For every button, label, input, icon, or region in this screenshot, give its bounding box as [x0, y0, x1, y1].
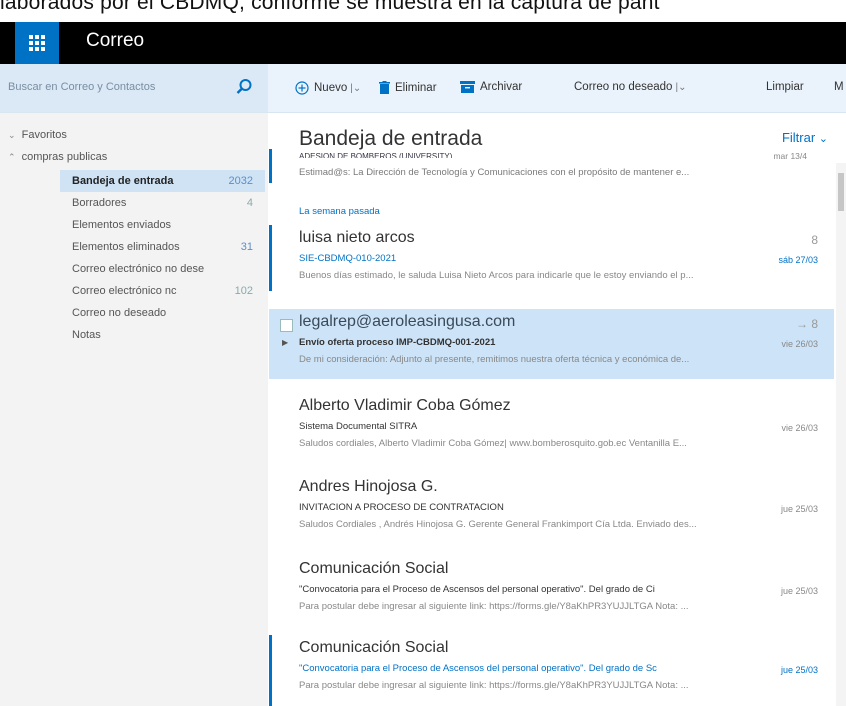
message-subject: Sistema Documental SITRA [299, 421, 418, 432]
sidebar-item-junk-email-1[interactable]: Correo electrónico no dese [60, 258, 265, 280]
sidebar-item-notes[interactable]: Notas [60, 324, 265, 346]
delete-button[interactable]: Eliminar [379, 81, 437, 95]
message-sender: luisa nieto arcos [299, 229, 415, 246]
list-item[interactable]: Andres Hinojosa G. INVITACION A PROCESO … [269, 474, 834, 544]
app-header: Correo [0, 22, 846, 64]
command-bar: Buscar en Correo y Contactos Nuevo |⌄ Eli… [0, 64, 846, 113]
junk-button[interactable]: Correo no deseado |⌄ [574, 81, 686, 93]
message-preview: Para postular debe ingresar al siguiente… [299, 601, 689, 612]
archive-icon [460, 81, 475, 93]
document-caption: laborados por el CBDMQ, conforme se mues… [0, 0, 846, 22]
list-item[interactable]: luisa nieto arcos 8 SIE-CBDMQ-010-2021 s… [269, 225, 834, 295]
unread-indicator [269, 225, 272, 291]
message-sender: Alberto Vladimir Coba Gómez [299, 397, 511, 414]
chevron-up-icon: ⌃ [8, 152, 16, 162]
search-input[interactable]: Buscar en Correo y Contactos [8, 81, 155, 93]
sidebar-item-junk[interactable]: Correo no deseado [60, 302, 265, 324]
message-date: vie 26/03 [781, 423, 818, 433]
message-date: jue 25/03 [780, 504, 818, 514]
chevron-down-icon: ⌄ [8, 130, 16, 140]
message-date: mar 13/4 [773, 151, 807, 161]
list-item[interactable]: Comunicación Social "Convocatoria para e… [269, 635, 834, 706]
list-item-selected[interactable]: ▶ legalrep@aeroleasingusa.com → 8 Envío … [269, 309, 834, 379]
app-title: Correo [86, 30, 145, 51]
unread-count: 2032 [228, 175, 253, 187]
chevron-down-icon: |⌄ [350, 83, 362, 95]
plus-circle-icon [295, 81, 309, 95]
message-sender: Comunicación Social [299, 560, 449, 577]
unread-count: 31 [240, 241, 253, 253]
message-preview: Buenos días estimado, le saluda Luisa Ni… [299, 270, 694, 281]
attachment-count: 8 [811, 233, 818, 247]
list-item[interactable]: Comunicación Social "Convocatoria para e… [269, 556, 834, 626]
message-sender: ADESION DE BOMBEROS (UNIVERSITY) [299, 152, 453, 158]
chevron-down-icon: |⌄ [675, 82, 687, 93]
item-count: 4 [246, 197, 253, 209]
reply-icon: → 8 [795, 317, 818, 331]
message-sender: legalrep@aeroleasingusa.com [299, 313, 516, 330]
message-sender: Andres Hinojosa G. [299, 478, 438, 495]
message-date: sáb 27/03 [778, 255, 818, 265]
item-count: 102 [234, 285, 253, 297]
sidebar-item-drafts[interactable]: Borradores 4 [60, 192, 265, 214]
message-date: vie 26/03 [781, 339, 818, 349]
sidebar-item-deleted[interactable]: Elementos eliminados 31 [60, 236, 265, 258]
message-subject: "Convocatoria para el Proceso de Ascenso… [299, 663, 657, 674]
group-header: La semana pasada [299, 206, 380, 217]
expand-caret-icon[interactable]: ▶ [282, 338, 288, 347]
search-icon[interactable] [234, 77, 254, 97]
unread-indicator [269, 635, 272, 706]
unread-indicator [269, 149, 272, 183]
message-date: jue 25/03 [780, 586, 818, 596]
sweep-button[interactable]: Limpiar [766, 81, 804, 93]
sidebar-item-inbox[interactable]: Bandeja de entrada 2032 [60, 170, 265, 192]
account-header[interactable]: ⌃ compras publicas [8, 151, 107, 163]
more-button[interactable]: M [834, 81, 844, 93]
message-preview: Estimad@s: La Dirección de Tecnología y … [299, 167, 690, 178]
scrollbar[interactable] [836, 163, 846, 706]
waffle-icon [29, 35, 45, 51]
message-subject: INVITACION A PROCESO DE CONTRATACION [299, 502, 504, 513]
sidebar-item-junk-email-2[interactable]: Correo electrónico nc 102 [60, 280, 265, 302]
page-title: Bandeja de entrada [299, 127, 483, 150]
chevron-down-icon: ⌄ [818, 133, 828, 145]
archive-button[interactable]: Archivar [460, 81, 522, 93]
message-subject: SIE-CBDMQ-010-2021 [299, 253, 397, 264]
search-box[interactable]: Buscar en Correo y Contactos [0, 64, 268, 112]
list-item[interactable]: ADESION DE BOMBEROS (UNIVERSITY) mar 13/… [269, 149, 829, 193]
message-preview: De mi consideración: Adjunto al presente… [299, 354, 690, 365]
message-preview: Saludos cordiales, Alberto Vladimir Coba… [299, 438, 687, 449]
message-subject: "Convocatoria para el Proceso de Ascenso… [299, 584, 655, 595]
message-preview: Saludos Cordiales , Andrés Hinojosa G. G… [299, 519, 697, 530]
new-button[interactable]: Nuevo |⌄ [295, 81, 361, 95]
sidebar-item-sent[interactable]: Elementos enviados [60, 214, 265, 236]
message-sender: Comunicación Social [299, 639, 449, 656]
filter-button[interactable]: Filtrar ⌄ [782, 130, 828, 145]
message-preview: Para postular debe ingresar al siguiente… [299, 680, 689, 691]
scrollbar-thumb[interactable] [838, 173, 844, 211]
message-subject: Envío oferta proceso IMP-CBDMQ-001-2021 [299, 337, 496, 348]
list-item[interactable]: Alberto Vladimir Coba Gómez Sistema Docu… [269, 393, 834, 463]
message-date: jue 25/03 [780, 665, 818, 675]
folder-pane: ⌄ Favoritos ⌃ compras publicas Bandeja d… [0, 113, 268, 706]
app-launcher-button[interactable] [15, 22, 59, 64]
favorites-header[interactable]: ⌄ Favoritos [8, 129, 67, 141]
trash-icon [379, 81, 390, 94]
message-list-pane: Bandeja de entrada Filtrar ⌄ ADESION DE … [269, 113, 846, 706]
select-checkbox[interactable] [280, 319, 293, 332]
